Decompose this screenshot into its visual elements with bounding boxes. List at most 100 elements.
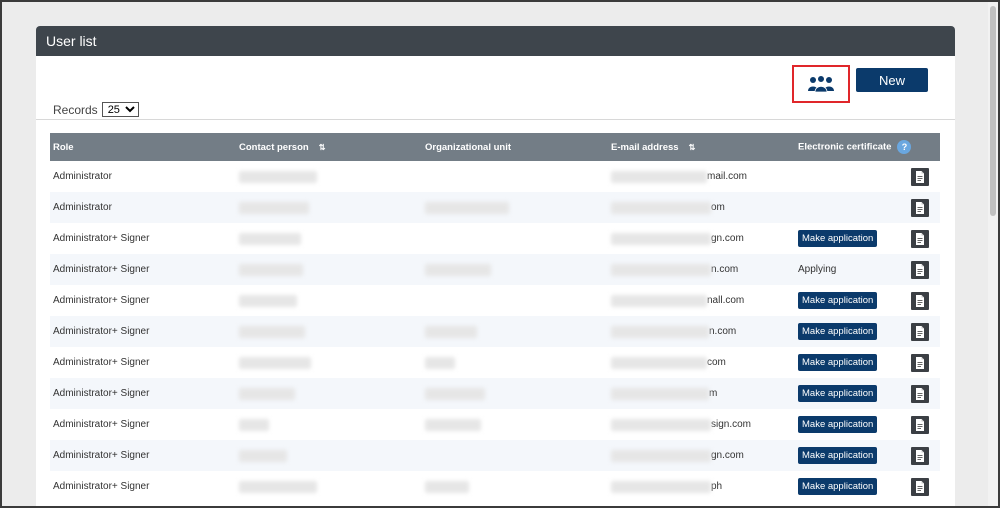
doc-cell: [899, 285, 940, 316]
document-button[interactable]: [910, 229, 929, 248]
contact-cell: [236, 223, 422, 254]
table-row[interactable]: Administrator om: [50, 192, 940, 223]
role-cell: Administrator+ Signer: [53, 357, 150, 368]
email-suffix: sign.com: [711, 419, 752, 430]
redacted-email: [611, 325, 709, 338]
make-application-button[interactable]: Make application: [798, 447, 878, 464]
vertical-scrollbar[interactable]: [988, 2, 998, 506]
sort-icon[interactable]: ⇅: [319, 143, 326, 152]
email-suffix: n.com: [711, 264, 739, 275]
contact-cell: [236, 471, 422, 502]
make-application-button[interactable]: Make application: [798, 416, 878, 433]
cert-cell: Make application: [795, 347, 899, 378]
divider: [36, 119, 955, 120]
email-cell: com: [608, 347, 795, 378]
email-cell: n.com: [608, 316, 795, 347]
records-per-page-select[interactable]: 25: [101, 102, 139, 117]
toolbar: New Records 25: [36, 56, 955, 118]
table-row[interactable]: Administrator+ Signer m Make application: [50, 378, 940, 409]
role-cell: Administrator+ Signer: [53, 233, 150, 244]
doc-cell: [899, 223, 940, 254]
document-button[interactable]: [910, 353, 929, 372]
document-icon: [915, 356, 924, 369]
redacted-contact: [239, 356, 311, 369]
document-icon: [915, 480, 924, 493]
redacted-contact: [239, 294, 297, 307]
document-button[interactable]: [910, 415, 929, 434]
document-button[interactable]: [910, 291, 929, 310]
role-cell: Administrator+ Signer: [50, 316, 236, 347]
redacted-email: [611, 294, 707, 307]
doc-cell: [899, 471, 940, 502]
doc-cell: [899, 440, 940, 471]
make-application-button[interactable]: Make application: [798, 230, 878, 247]
cert-cell: Applying: [795, 254, 899, 285]
org-unit-cell: [422, 316, 608, 347]
redacted-contact: [239, 480, 317, 493]
document-button[interactable]: [910, 322, 929, 341]
redacted-org-unit: [425, 418, 481, 431]
email-suffix: om: [711, 202, 725, 213]
email-cell: nall.com: [608, 285, 795, 316]
col-header-contact[interactable]: Contact person ⇅: [236, 133, 422, 161]
redacted-email: [611, 201, 711, 214]
table-row[interactable]: Administrator mail.com: [50, 161, 940, 192]
role-cell: Administrator+ Signer: [50, 440, 236, 471]
make-application-button[interactable]: Make application: [798, 478, 878, 495]
group-users-button[interactable]: [792, 65, 850, 103]
document-button[interactable]: [910, 477, 929, 496]
org-unit-cell: [422, 409, 608, 440]
cert-cell: [795, 192, 899, 223]
table-row[interactable]: Administrator+ Signer nall.com Make appl…: [50, 285, 940, 316]
email-cell: om: [608, 192, 795, 223]
document-button[interactable]: [910, 260, 929, 279]
role-cell: Administrator+ Signer: [53, 481, 150, 492]
document-icon: [915, 232, 924, 245]
table-row[interactable]: Administrator+ Signer gn.com Make applic…: [50, 223, 940, 254]
table-row[interactable]: Administrator+ Signer n.com Make applica…: [50, 316, 940, 347]
redacted-contact: [239, 170, 317, 183]
redacted-org-unit: [425, 480, 469, 493]
sort-icon[interactable]: ⇅: [689, 143, 696, 152]
document-button[interactable]: [910, 167, 929, 186]
redacted-contact: [239, 325, 305, 338]
table-row[interactable]: Administrator+ Signer ph Make applicatio…: [50, 471, 940, 502]
document-icon: [915, 201, 924, 214]
email-cell: gn.com: [608, 440, 795, 471]
redacted-contact: [239, 263, 303, 276]
role-cell: Administrator+ Signer: [53, 295, 150, 306]
document-icon: [915, 294, 924, 307]
redacted-contact: [239, 201, 309, 214]
document-button[interactable]: [910, 446, 929, 465]
cert-cell: Make application: [795, 223, 899, 254]
make-application-button[interactable]: Make application: [798, 354, 878, 371]
user-table: Role Contact person ⇅ Organizational unit…: [50, 133, 940, 502]
scrollbar-thumb[interactable]: [990, 6, 996, 216]
table-row[interactable]: Administrator+ Signer com Make applicati…: [50, 347, 940, 378]
email-suffix: mail.com: [707, 171, 748, 182]
new-user-button[interactable]: New: [856, 68, 928, 92]
redacted-org-unit: [425, 356, 455, 369]
make-application-button[interactable]: Make application: [798, 323, 878, 340]
document-button[interactable]: [910, 198, 929, 217]
table-row[interactable]: Administrator+ Signer sign.com Make appl…: [50, 409, 940, 440]
email-suffix: com: [707, 357, 726, 368]
cert-status: Applying: [798, 264, 837, 275]
help-icon[interactable]: ?: [897, 140, 912, 154]
redacted-org-unit: [425, 263, 491, 276]
redacted-contact: [239, 387, 295, 400]
contact-cell: [236, 316, 422, 347]
table-row[interactable]: Administrator+ Signer n.com Applying: [50, 254, 940, 285]
make-application-button[interactable]: Make application: [798, 292, 878, 309]
email-cell: sign.com: [608, 409, 795, 440]
document-button[interactable]: [910, 384, 929, 403]
make-application-button[interactable]: Make application: [798, 385, 878, 402]
redacted-email: [611, 480, 711, 493]
redacted-contact: [239, 418, 269, 431]
redacted-email: [611, 449, 711, 462]
col-header-email[interactable]: E-mail address ⇅: [608, 133, 795, 161]
email-suffix: ph: [711, 481, 723, 492]
redacted-email: [611, 418, 711, 431]
cert-cell: Make application: [795, 316, 899, 347]
table-row[interactable]: Administrator+ Signer gn.com Make applic…: [50, 440, 940, 471]
